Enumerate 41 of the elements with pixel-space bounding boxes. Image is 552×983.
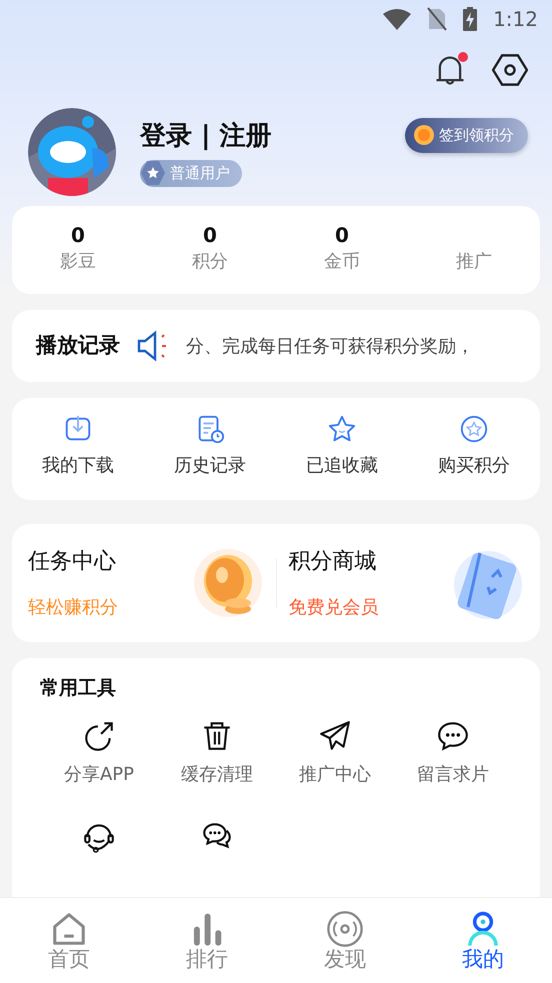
battery-charging-icon	[463, 7, 478, 31]
section-title: 常用工具	[40, 676, 117, 701]
tool-item[interactable]: 缓存清理	[181, 760, 253, 788]
stat-label[interactable]: 推广	[456, 248, 492, 275]
stat-value: 0	[70, 222, 86, 248]
paper-plane-icon	[318, 718, 352, 752]
stat-value: 0	[334, 222, 350, 248]
stat-value: 0	[202, 222, 218, 248]
stat-label[interactable]: 金币	[324, 248, 360, 275]
promo-subtitle: 免费兑会员	[288, 597, 378, 618]
coin-icon	[413, 124, 435, 146]
disc-icon	[326, 910, 364, 948]
settings-button[interactable]	[492, 52, 528, 88]
section-title[interactable]: 播放记录	[36, 330, 120, 362]
tool-item[interactable]: 分享APP	[64, 760, 134, 788]
marquee-text: 分、完成每日任务可获得积分奖励，	[186, 334, 474, 358]
shortcut-item[interactable]: 历史记录	[174, 452, 246, 479]
tool-item[interactable]: 推广中心	[299, 760, 371, 788]
shortcut-item[interactable]: 我的下载	[42, 452, 114, 479]
star-icon	[327, 414, 357, 444]
stat-label[interactable]: 影豆	[60, 248, 96, 275]
star-circle-icon	[459, 414, 489, 444]
login-register-link[interactable]: 登录 | 注册	[140, 117, 272, 156]
avatar[interactable]	[28, 108, 116, 196]
shortcut-item[interactable]: 购买积分	[438, 452, 510, 479]
tool-item[interactable]: 留言求片	[417, 760, 489, 788]
user-level-badge: 普通用户	[140, 160, 242, 187]
promo-title[interactable]: 任务中心	[28, 545, 116, 578]
promo-title[interactable]: 积分商城	[288, 545, 376, 578]
coin-illustration	[192, 547, 264, 619]
nav-tab[interactable]: 首页	[48, 948, 90, 972]
stat-label[interactable]: 积分	[192, 248, 228, 275]
no-sim-icon	[427, 7, 448, 31]
clock-time: 1:12	[493, 6, 538, 33]
wifi-icon	[383, 8, 412, 30]
nav-tab[interactable]: 发现	[324, 948, 366, 972]
promo-subtitle: 轻松赚积分	[28, 597, 118, 618]
shortcut-item[interactable]: 已追收藏	[306, 452, 378, 479]
nav-tab[interactable]: 我的	[462, 948, 504, 972]
nav-tab[interactable]: 排行	[186, 948, 228, 972]
check-in-button[interactable]: 签到领积分	[405, 118, 528, 152]
